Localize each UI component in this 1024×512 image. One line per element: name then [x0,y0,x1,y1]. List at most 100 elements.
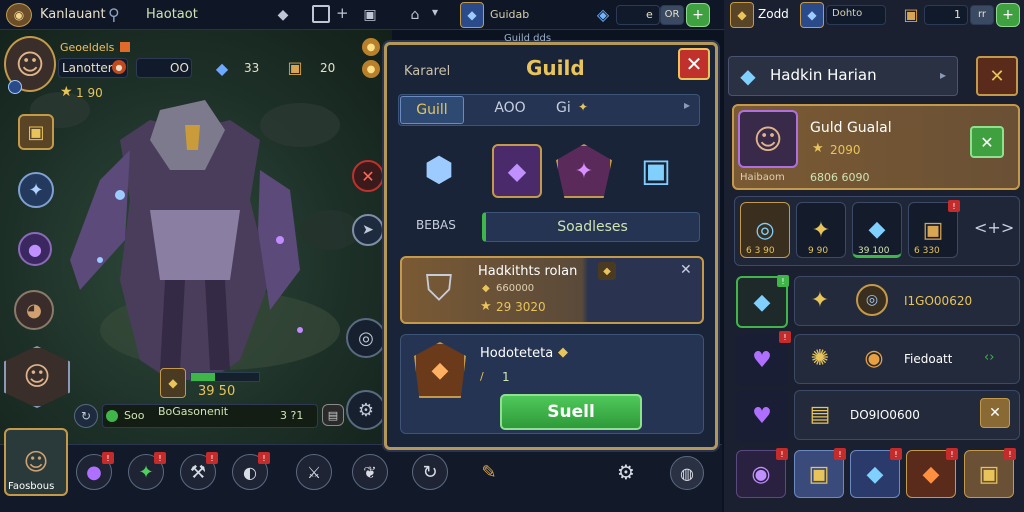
chest-icon[interactable]: ▣ [358,5,382,25]
resource-4-badge: rr [970,5,994,25]
chevron-down-icon[interactable]: ▾ [432,5,438,19]
notification-badge: ! [154,452,166,464]
resource-4-value: 1 [954,8,961,21]
crystal-cube-icon[interactable]: ⬢ [412,142,466,198]
card-2-value: 1 [502,370,510,384]
gear-button[interactable]: ⚙ [346,390,386,430]
coin-icon-2[interactable]: ● [362,60,380,78]
target-icon[interactable]: ◎ [346,318,386,358]
card-2-name: Hodoteteta [480,346,554,361]
hammer-icon[interactable]: ⚒! [180,452,218,490]
row-2-heart-icon[interactable]: ♥! [736,331,791,386]
player-emblem-icon[interactable]: ◉ [6,3,32,27]
search-icon[interactable]: ⚲ [108,5,130,25]
zone-label: Haotaot [146,7,198,22]
plus-icon[interactable]: + [336,4,349,22]
cycle-icon[interactable]: ↻ [412,454,448,490]
slot-3-value: 39 100 [858,246,890,256]
swords-button[interactable]: ✕ [976,56,1018,96]
card-1-close-icon[interactable]: ✕ [680,262,692,278]
row-3-item-icon: ▤ [809,401,831,427]
gem-icon: ◆ [215,58,229,78]
sword-icon[interactable]: ⚔ [296,454,332,490]
row-1-heart-icon[interactable]: ◆! [736,275,789,328]
chest-top-icon: ▣ [903,4,919,24]
resource-1-field [616,5,660,25]
horn-icon[interactable]: ◐! [232,452,270,490]
guild-panel-title: Guild [526,56,585,80]
notification-badge: ! [948,200,960,212]
map-icon[interactable]: ▤ [322,404,344,426]
add-resource-4-button[interactable]: + [996,3,1020,27]
row-3-heart-icon[interactable]: ♥ [736,390,788,442]
potion-icon[interactable]: ●! [76,452,114,490]
inventory-slot-1[interactable]: ◉! [736,448,788,498]
house-icon[interactable]: ⌂ [404,4,426,26]
player-name: Kanlauant [40,7,106,22]
guild-left-label: Kararel [404,64,451,79]
inventory-slot-2[interactable]: ▣! [794,448,846,498]
inventory-slot-3[interactable]: ◆! [850,448,902,498]
card-1-star-icon: ★ [480,299,492,314]
inventory-slot-5[interactable]: ▣! [964,448,1016,498]
guild-emblem-icon[interactable]: ◆ [730,2,754,28]
title-chevron-icon[interactable]: ▸ [940,68,946,82]
guild-gem-icon[interactable]: ◆ [460,2,484,28]
fire-icon: ● [112,60,126,74]
tab-members[interactable]: AOO [480,100,540,116]
guild-name: Guld Gualal [810,120,892,136]
tab-guild[interactable]: Guill [400,96,464,124]
scroll-icon[interactable]: ✎ [472,454,506,490]
guild-search-button[interactable]: Soadleses [482,212,700,242]
compass-icon[interactable]: ✦ [18,172,54,208]
settings-icon[interactable]: ⚙ [610,456,642,488]
sparkle-icon: ✦ [578,100,589,114]
refresh-icon[interactable]: ↻ [74,404,98,428]
shield-icon[interactable]: ◆ [272,4,294,26]
purple-shield-icon[interactable]: ◆ [492,144,542,198]
crystal-icon: ◈ [596,4,610,24]
guild-sub-2: 6806 6090 [810,171,870,184]
close-icon[interactable]: ✕ [352,160,384,192]
power-label: Soo [124,409,145,422]
close-button[interactable]: ✕ [678,48,710,80]
hero-title: Geoeldels [60,41,115,54]
confirm-button[interactable]: ✕ [970,126,1004,158]
portrait-label: Faosbous [8,481,55,492]
tab-chevron-icon[interactable]: ▸ [684,98,690,112]
arrow-icon[interactable]: ➤ [352,214,384,246]
coin-icon[interactable]: ● [362,38,380,56]
leaf-icon[interactable]: ✦! [128,452,166,490]
card-1-shield-icon: ⛉ [425,268,453,309]
resource-1-badge: OR [660,5,684,25]
hero-name: Lanotter [62,61,113,75]
resource-4-field [924,5,968,25]
feather-icon[interactable]: ❦ [352,454,388,490]
row-3-action-button[interactable]: ✕ [980,398,1010,428]
card-1-coin-icon: ◆ [482,283,490,294]
right-panel-title: Hadkin Harian [770,66,877,84]
notification-badge: ! [890,448,902,460]
lock-icon[interactable]: ◍ [670,456,704,490]
orb-icon[interactable]: ● [18,232,52,266]
tab-gifts[interactable]: Gi [556,100,576,116]
treasure-icon[interactable]: ▣ [628,142,684,198]
star-icon: ★ [60,84,73,100]
title-flag-icon [120,42,130,52]
level-icon [8,80,22,94]
row-2-arrows-icon[interactable]: ‹› [984,350,994,365]
action-button[interactable]: Suell [500,394,642,430]
square-icon[interactable] [312,5,330,23]
row-3-text: DO9IO0600 [850,408,920,422]
add-resource-1-button[interactable]: + [686,3,710,27]
guild-sub: Haibaom [740,172,785,183]
inventory-slot-4[interactable]: ◆! [906,448,958,498]
guild-leader-avatar[interactable]: ☺ [738,110,798,168]
beast-icon[interactable]: ◕ [14,290,54,330]
chest-button[interactable]: ▣ [18,114,54,150]
guild-star-icon: ★ [812,141,824,156]
expand-arrows-icon[interactable]: <+> [974,218,1014,237]
chest-count: 20 [320,61,336,75]
notification-badge: ! [102,452,114,464]
notification-badge: ! [206,452,218,464]
